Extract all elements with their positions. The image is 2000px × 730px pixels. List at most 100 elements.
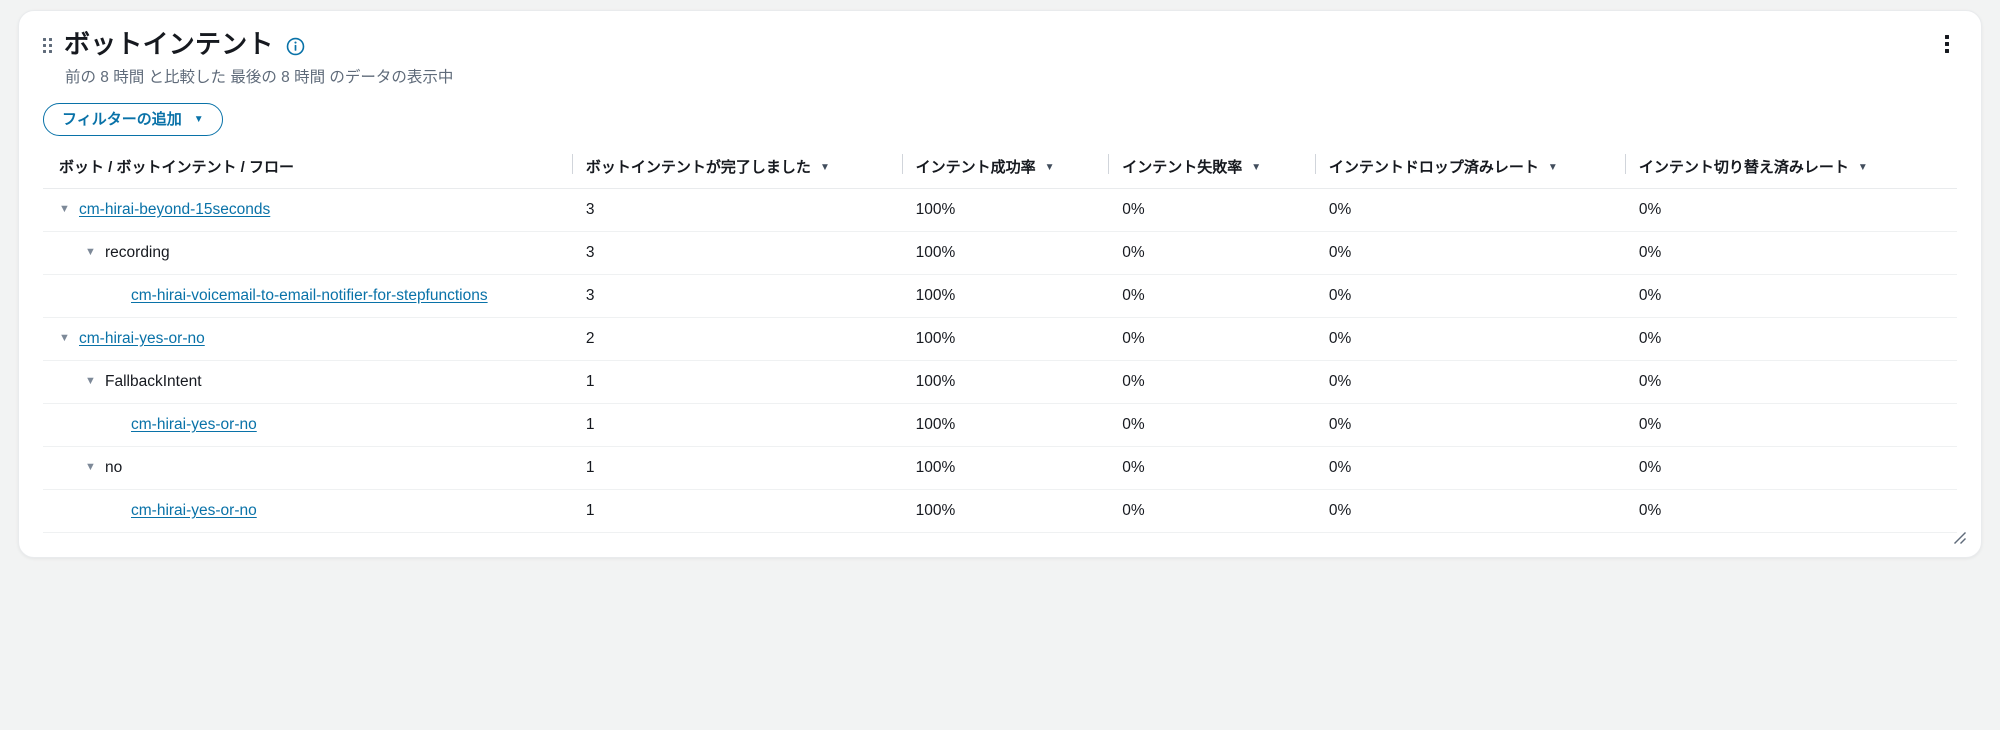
bot-intent-table: ボット / ボットインテント / フロー ボットインテントが完了しました ▼ イ…	[43, 150, 1957, 533]
sort-desc-icon[interactable]: ▼	[1251, 162, 1261, 173]
sort-desc-icon[interactable]: ▼	[1548, 162, 1558, 173]
cell-dropped-rate: 0%	[1314, 446, 1625, 490]
cell-bot-intent-flow: ▼ FallbackIntent	[43, 360, 572, 404]
expand-caret-icon[interactable]: ▼	[59, 204, 70, 215]
cell-completed: 3	[571, 231, 902, 275]
table-row: ▼cm-hirai-voicemail-to-email-notifier-fo…	[43, 274, 1957, 318]
cell-completed: 3	[571, 274, 902, 318]
table-row: ▼ recording 3 100% 0% 0% 0%	[43, 231, 1957, 275]
table-row: ▼cm-hirai-yes-or-no1100%0%0%0%	[43, 403, 1957, 447]
cell-failure-rate: 0%	[1108, 446, 1315, 490]
column-header-bot-intent-flow: ボット / ボットインテント / フロー	[43, 150, 572, 189]
cell-switched-rate: 0%	[1624, 317, 1957, 361]
add-filter-label: フィルターの追加	[62, 110, 182, 128]
cell-bot-intent-flow: ▼cm-hirai-yes-or-no	[43, 489, 572, 533]
cell-bot-intent-flow: ▼cm-hirai-yes-or-no	[43, 403, 572, 447]
column-header-label: インテント切り替え済みレート	[1638, 158, 1849, 176]
row-name-link[interactable]: cm-hirai-beyond-15seconds	[79, 201, 270, 219]
cell-failure-rate: 0%	[1108, 317, 1315, 361]
cell-failure-rate: 0%	[1108, 403, 1315, 447]
table-row: ▼ cm-hirai-yes-or-no 2 100% 0% 0% 0%	[43, 317, 1957, 361]
cell-success-rate: 100%	[901, 489, 1109, 533]
cell-failure-rate: 0%	[1108, 231, 1315, 275]
cell-completed: 1	[571, 446, 902, 490]
cell-switched-rate: 0%	[1624, 360, 1957, 404]
column-divider	[1624, 153, 1626, 174]
table-header-row: ボット / ボットインテント / フロー ボットインテントが完了しました ▼ イ…	[43, 150, 1957, 189]
cell-dropped-rate: 0%	[1314, 360, 1625, 404]
cell-switched-rate: 0%	[1624, 403, 1957, 447]
column-header-label: インテント失敗率	[1122, 158, 1243, 176]
cell-success-rate: 100%	[901, 403, 1109, 447]
column-header-switched-rate[interactable]: インテント切り替え済みレート ▼	[1624, 150, 1957, 189]
cell-switched-rate: 0%	[1624, 231, 1957, 275]
add-filter-button[interactable]: フィルターの追加 ▼	[43, 102, 223, 136]
widget-subtitle: 前の 8 時間 と比較した 最後の 8 時間 のデータの表示中	[65, 69, 454, 87]
column-header-success-rate[interactable]: インテント成功率 ▼	[901, 150, 1109, 189]
cell-failure-rate: 0%	[1108, 274, 1315, 318]
widget-title-row: ボットインテント	[43, 29, 1957, 60]
cell-dropped-rate: 0%	[1314, 317, 1625, 361]
metrics-table-wrapper: ボット / ボットインテント / フロー ボットインテントが完了しました ▼ イ…	[19, 150, 1981, 533]
cell-failure-rate: 0%	[1108, 188, 1315, 232]
column-divider	[1314, 153, 1316, 174]
cell-dropped-rate: 0%	[1314, 489, 1625, 533]
more-options-icon[interactable]	[1933, 29, 1961, 59]
cell-bot-intent-flow: ▼cm-hirai-voicemail-to-email-notifier-fo…	[43, 274, 572, 318]
expand-caret-icon[interactable]: ▼	[85, 247, 96, 258]
cell-switched-rate: 0%	[1624, 188, 1957, 232]
table-head: ボット / ボットインテント / フロー ボットインテントが完了しました ▼ イ…	[43, 150, 1957, 189]
expand-caret-icon[interactable]: ▼	[85, 462, 96, 473]
column-header-label: インテント成功率	[915, 158, 1036, 176]
cell-bot-intent-flow: ▼ cm-hirai-beyond-15seconds	[43, 188, 572, 232]
cell-dropped-rate: 0%	[1314, 403, 1625, 447]
row-name-label: recording	[105, 243, 170, 261]
cell-switched-rate: 0%	[1624, 274, 1957, 318]
sort-desc-icon[interactable]: ▼	[1045, 162, 1055, 173]
column-header-completed[interactable]: ボットインテントが完了しました ▼	[571, 150, 902, 189]
cell-bot-intent-flow: ▼ recording	[43, 231, 572, 275]
cell-success-rate: 100%	[901, 231, 1109, 275]
column-header-failure-rate[interactable]: インテント失敗率 ▼	[1108, 150, 1315, 189]
expand-caret-icon[interactable]: ▼	[85, 376, 96, 387]
chevron-down-icon: ▼	[193, 114, 204, 126]
row-name-link[interactable]: cm-hirai-yes-or-no	[131, 502, 257, 520]
sort-desc-icon[interactable]: ▼	[820, 162, 830, 173]
row-name-link[interactable]: cm-hirai-yes-or-no	[131, 416, 257, 434]
column-divider	[571, 153, 573, 174]
row-name-label: FallbackIntent	[105, 372, 202, 390]
cell-dropped-rate: 0%	[1314, 274, 1625, 318]
row-name-label: no	[105, 458, 123, 476]
cell-failure-rate: 0%	[1108, 489, 1315, 533]
info-icon[interactable]	[286, 37, 305, 56]
cell-dropped-rate: 0%	[1314, 231, 1625, 275]
page-title: ボットインテント	[64, 29, 274, 59]
table-row: ▼ cm-hirai-beyond-15seconds 3 100% 0% 0% 0%	[43, 188, 1957, 232]
cell-completed: 1	[571, 403, 902, 447]
bot-intent-widget-card: ボットインテント 前の 8 時間 と比較した 最後の 8 時間 のデータの表示中…	[18, 10, 1982, 558]
filter-bar: フィルターの追加 ▼	[19, 89, 1981, 136]
cell-completed: 1	[571, 360, 902, 404]
column-header-label: ボットインテントが完了しました	[585, 158, 811, 176]
row-name-link[interactable]: cm-hirai-yes-or-no	[79, 330, 205, 348]
table-row: ▼ no 1 100% 0% 0% 0%	[43, 446, 1957, 490]
column-header-label: インテントドロップ済みレート	[1328, 158, 1539, 176]
drag-handle-icon[interactable]	[43, 38, 52, 54]
cell-success-rate: 100%	[901, 188, 1109, 232]
table-row: ▼cm-hirai-yes-or-no1100%0%0%0%	[43, 489, 1957, 533]
column-header-dropped-rate[interactable]: インテントドロップ済みレート ▼	[1314, 150, 1625, 189]
table-row: ▼ FallbackIntent 1 100% 0% 0% 0%	[43, 360, 1957, 404]
resize-handle-icon[interactable]	[1951, 529, 1969, 547]
column-header-label: ボット / ボットインテント / フロー	[59, 158, 295, 176]
cell-switched-rate: 0%	[1624, 446, 1957, 490]
column-divider	[901, 153, 903, 174]
expand-caret-icon[interactable]: ▼	[59, 333, 70, 344]
cell-success-rate: 100%	[901, 274, 1109, 318]
row-name-link[interactable]: cm-hirai-voicemail-to-email-notifier-for…	[131, 287, 488, 305]
widget-header: ボットインテント 前の 8 時間 と比較した 最後の 8 時間 のデータの表示中	[19, 11, 1981, 89]
cell-failure-rate: 0%	[1108, 360, 1315, 404]
column-divider	[1108, 153, 1110, 174]
cell-switched-rate: 0%	[1624, 489, 1957, 533]
sort-desc-icon[interactable]: ▼	[1858, 162, 1868, 173]
cell-completed: 3	[571, 188, 902, 232]
